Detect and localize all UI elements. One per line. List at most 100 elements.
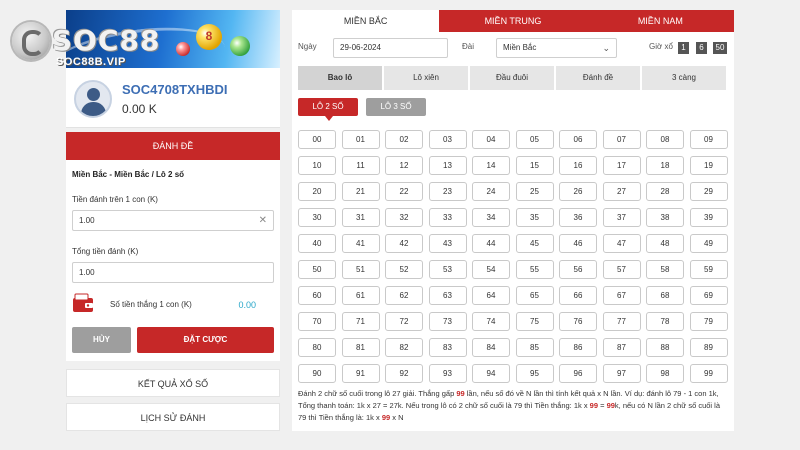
number-cell[interactable]: 81 [341,338,380,357]
number-cell[interactable]: 91 [341,364,380,383]
number-cell[interactable]: 50 [298,260,336,279]
number-cell[interactable]: 97 [602,364,641,383]
number-cell[interactable]: 65 [515,286,554,305]
number-cell[interactable]: 45 [515,234,554,253]
number-cell[interactable]: 22 [385,182,423,201]
number-cell[interactable]: 54 [472,260,510,279]
number-cell[interactable]: 95 [515,364,554,383]
number-cell[interactable]: 99 [689,364,728,383]
number-cell[interactable]: 00 [298,130,336,149]
number-cell[interactable]: 11 [341,156,380,175]
place-bet-button[interactable]: ĐẶT CƯỢC [137,327,274,353]
number-cell[interactable]: 68 [646,286,684,305]
number-cell[interactable]: 77 [602,312,641,331]
number-cell[interactable]: 05 [515,130,554,149]
number-cell[interactable]: 82 [385,338,423,357]
number-cell[interactable]: 13 [428,156,467,175]
number-cell[interactable]: 73 [428,312,467,331]
number-cell[interactable]: 76 [559,312,597,331]
number-cell[interactable]: 43 [428,234,467,253]
number-cell[interactable]: 92 [385,364,423,383]
station-select[interactable]: Miền Bắc ⌄ [496,38,617,58]
bet-history-link[interactable]: LỊCH SỬ ĐÁNH [66,403,280,431]
lottery-results-link[interactable]: KẾT QUẢ XỔ SỐ [66,369,280,397]
number-cell[interactable]: 04 [472,130,510,149]
tab-lo-3-so[interactable]: LÔ 3 SỐ [366,98,426,116]
number-cell[interactable]: 20 [298,182,336,201]
number-cell[interactable]: 09 [689,130,728,149]
number-cell[interactable]: 63 [428,286,467,305]
tab-mien-bac[interactable]: MIỀN BẮC [292,10,440,32]
number-cell[interactable]: 89 [689,338,728,357]
tab-danh-de[interactable]: Đánh đề [556,66,640,90]
number-cell[interactable]: 90 [298,364,336,383]
number-cell[interactable]: 59 [689,260,728,279]
tab-lo-xien[interactable]: Lô xiên [384,66,468,90]
number-cell[interactable]: 80 [298,338,336,357]
number-cell[interactable]: 62 [385,286,423,305]
number-cell[interactable]: 06 [559,130,597,149]
number-cell[interactable]: 52 [385,260,423,279]
number-cell[interactable]: 98 [646,364,684,383]
number-cell[interactable]: 79 [689,312,728,331]
number-cell[interactable]: 96 [559,364,597,383]
number-cell[interactable]: 57 [602,260,641,279]
number-cell[interactable]: 24 [472,182,510,201]
number-cell[interactable]: 17 [602,156,641,175]
tab-dau-duoi[interactable]: Đầu đuôi [470,66,554,90]
number-cell[interactable]: 31 [341,208,380,227]
number-cell[interactable]: 10 [298,156,336,175]
number-cell[interactable]: 61 [341,286,380,305]
number-cell[interactable]: 37 [602,208,641,227]
number-cell[interactable]: 55 [515,260,554,279]
tab-mien-nam[interactable]: MIỀN NAM [586,10,734,32]
number-cell[interactable]: 40 [298,234,336,253]
number-cell[interactable]: 87 [602,338,641,357]
number-cell[interactable]: 03 [428,130,467,149]
number-cell[interactable]: 46 [559,234,597,253]
number-cell[interactable]: 12 [385,156,423,175]
number-cell[interactable]: 35 [515,208,554,227]
number-cell[interactable]: 25 [515,182,554,201]
number-cell[interactable]: 18 [646,156,684,175]
number-cell[interactable]: 14 [472,156,510,175]
brand-logo[interactable]: SOC88 SOC88B.VIP [12,20,162,72]
number-cell[interactable]: 71 [341,312,380,331]
number-cell[interactable]: 64 [472,286,510,305]
number-cell[interactable]: 85 [515,338,554,357]
number-cell[interactable]: 33 [428,208,467,227]
number-cell[interactable]: 74 [472,312,510,331]
number-cell[interactable]: 88 [646,338,684,357]
number-cell[interactable]: 07 [602,130,641,149]
tab-bao-lo[interactable]: Bao lô [298,66,382,90]
number-cell[interactable]: 58 [646,260,684,279]
date-picker[interactable]: 29-06-2024 [333,38,448,58]
total-input[interactable]: 1.00 [72,262,274,283]
tab-lo-2-so[interactable]: LÔ 2 SỐ [298,98,358,121]
number-cell[interactable]: 23 [428,182,467,201]
number-cell[interactable]: 02 [385,130,423,149]
number-cell[interactable]: 01 [341,130,380,149]
number-cell[interactable]: 72 [385,312,423,331]
stake-input[interactable]: 1.00 ✕ [72,210,274,231]
number-cell[interactable]: 48 [646,234,684,253]
number-cell[interactable]: 53 [428,260,467,279]
number-cell[interactable]: 83 [428,338,467,357]
number-cell[interactable]: 94 [472,364,510,383]
number-cell[interactable]: 44 [472,234,510,253]
number-cell[interactable]: 86 [559,338,597,357]
number-cell[interactable]: 26 [559,182,597,201]
number-cell[interactable]: 34 [472,208,510,227]
number-cell[interactable]: 19 [689,156,728,175]
number-cell[interactable]: 75 [515,312,554,331]
number-cell[interactable]: 30 [298,208,336,227]
number-cell[interactable]: 21 [341,182,380,201]
number-cell[interactable]: 29 [689,182,728,201]
number-cell[interactable]: 51 [341,260,380,279]
clear-icon[interactable]: ✕ [259,211,267,230]
number-cell[interactable]: 15 [515,156,554,175]
number-cell[interactable]: 47 [602,234,641,253]
number-cell[interactable]: 08 [646,130,684,149]
number-cell[interactable]: 32 [385,208,423,227]
number-cell[interactable]: 28 [646,182,684,201]
